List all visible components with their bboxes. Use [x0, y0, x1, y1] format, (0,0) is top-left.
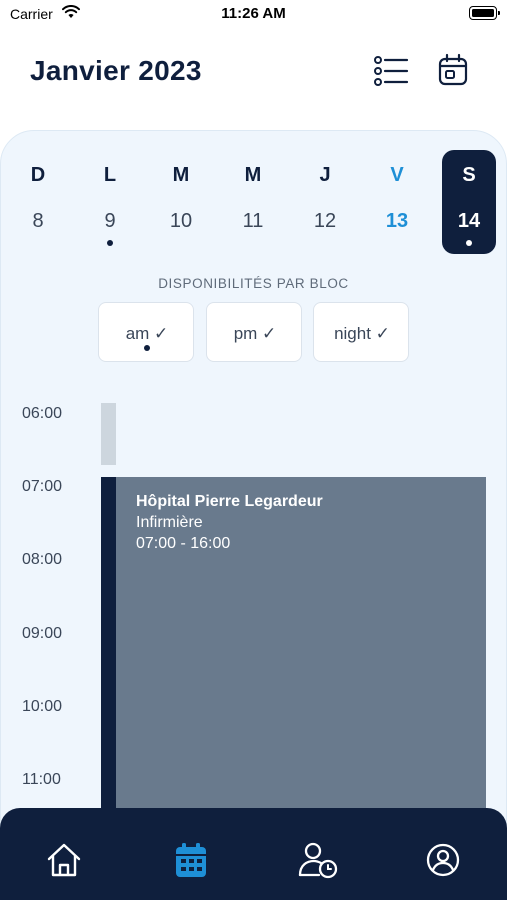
chip-label: pm ✓ [233, 324, 277, 343]
chip-indicator-dot [144, 345, 150, 351]
tab-availability[interactable] [298, 840, 338, 880]
event-title: Hôpital Pierre Legardeur [136, 493, 323, 510]
calendar-view-icon[interactable] [437, 53, 469, 87]
day-letter: D [30, 164, 46, 186]
user-schedule-icon [298, 842, 338, 879]
block-chip-night[interactable]: night ✓ [313, 302, 409, 362]
week-strip: D 8 L 9 M 10 M 11 J 12 V 13 S 14 [0, 150, 507, 254]
event-time: 07:00 - 16:00 [136, 535, 231, 552]
hour-label: 08:00 [22, 551, 63, 568]
day-monday-9[interactable]: L 9 [83, 150, 137, 254]
day-letter: S [462, 164, 476, 186]
day-number: 12 [313, 210, 337, 232]
day-letter: J [319, 164, 331, 186]
day-letter: M [244, 164, 262, 186]
status-time: 11:26 AM [221, 5, 286, 22]
hour-label: 10:00 [22, 698, 63, 715]
event-accent-stripe [101, 477, 116, 817]
page-title: Janvier 2023 [30, 55, 202, 86]
chip-label: night ✓ [334, 324, 390, 343]
availability-section-label: DISPONIBILITÉS PAR BLOC [158, 276, 349, 291]
home-icon [47, 843, 81, 877]
profile-icon [426, 843, 460, 877]
event-role: Infirmière [136, 514, 203, 531]
tab-profile[interactable] [423, 840, 463, 880]
status-bar: Carrier 11:26 AM [0, 0, 507, 28]
day-number: 8 [32, 210, 44, 232]
day-saturday-14-selected[interactable]: S 14 [442, 150, 496, 254]
day-sunday-8[interactable]: D 8 [11, 150, 65, 254]
event-indicator-dot [466, 240, 472, 246]
day-letter: M [172, 164, 190, 186]
day-number: 10 [169, 210, 193, 232]
hour-label: 09:00 [22, 625, 63, 642]
bottom-tab-bar [0, 808, 507, 900]
day-number: 11 [242, 210, 264, 232]
day-number: 14 [457, 210, 481, 232]
block-chip-am[interactable]: am ✓ [98, 302, 194, 362]
event-indicator-dot [107, 240, 113, 246]
shift-event-card[interactable]: Hôpital Pierre Legardeur Infirmière 07:0… [101, 477, 486, 817]
chip-label: am ✓ [125, 324, 169, 343]
list-view-icon[interactable] [373, 55, 409, 87]
day-thursday-12[interactable]: J 12 [298, 150, 352, 254]
tab-home[interactable] [44, 840, 84, 880]
day-tuesday-10[interactable]: M 10 [154, 150, 208, 254]
hour-label: 06:00 [22, 405, 63, 422]
hour-label: 11:00 [22, 771, 61, 788]
calendar-icon [176, 843, 206, 877]
day-letter: L [103, 164, 117, 186]
day-wednesday-11[interactable]: M 11 [226, 150, 280, 254]
day-number: 9 [104, 210, 116, 232]
availability-block-bar[interactable] [101, 403, 116, 465]
tab-calendar[interactable] [171, 840, 211, 880]
block-chip-pm[interactable]: pm ✓ [206, 302, 302, 362]
day-letter: V [390, 164, 404, 186]
day-friday-13-today[interactable]: V 13 [370, 150, 424, 254]
battery-icon [469, 6, 500, 20]
hour-label: 07:00 [22, 478, 63, 495]
day-number: 13 [385, 210, 409, 232]
